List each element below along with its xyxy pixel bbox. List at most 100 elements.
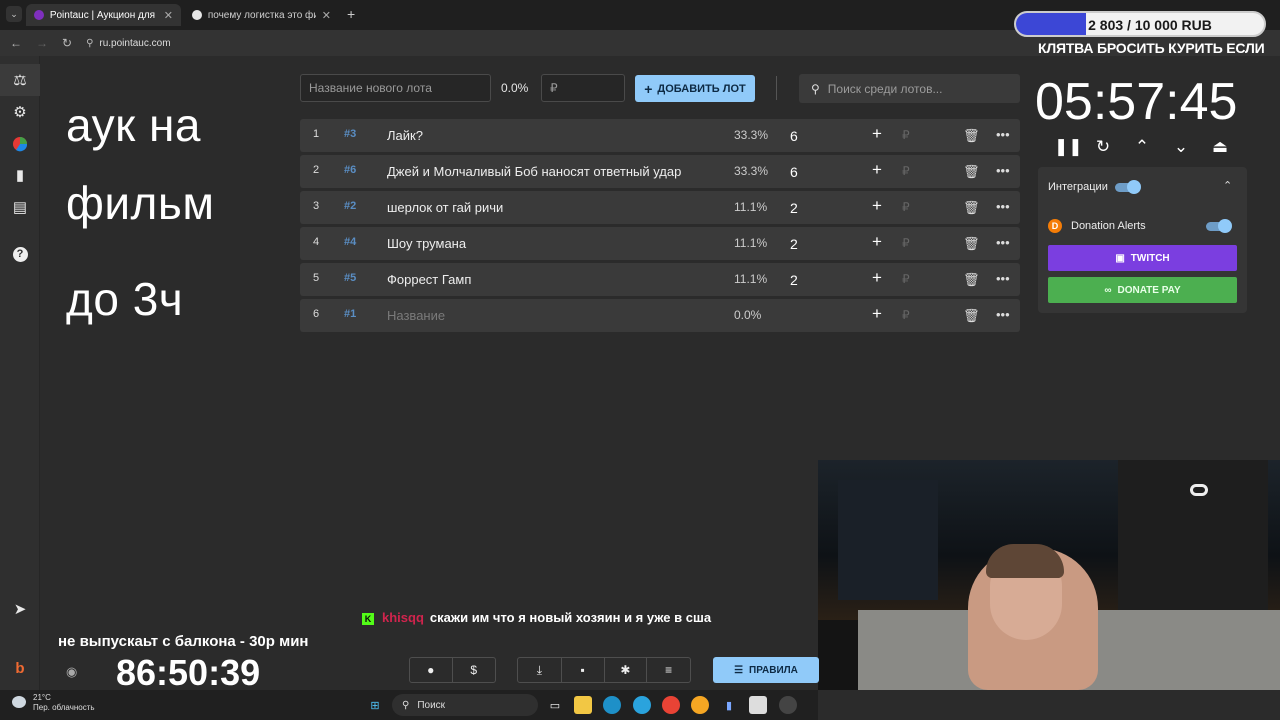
lot-row: 3 #2 шерлок от гай ричи 11.1% 2 + ₽ 🗑 ••• bbox=[300, 191, 1020, 224]
lot-id[interactable]: #6 bbox=[344, 164, 356, 176]
windows-taskbar: 21°C Пер. облачность ⊞ ⚲ Поиск ▭ ▮ bbox=[0, 690, 818, 720]
add-amount-icon[interactable]: + bbox=[872, 160, 882, 180]
delete-icon[interactable]: 🗑 bbox=[963, 200, 980, 216]
lot-name[interactable]: шерлок от гай ричи bbox=[387, 200, 503, 215]
app-icon[interactable] bbox=[691, 696, 709, 714]
more-icon[interactable]: ••• bbox=[996, 163, 1010, 178]
telegram-app-icon[interactable] bbox=[633, 696, 651, 714]
chrome-icon[interactable] bbox=[662, 696, 680, 714]
auction-hammer-icon[interactable]: ⚖ bbox=[0, 64, 40, 96]
screen: ⌄ Pointauc | Аукцион для стрим ✕ почему … bbox=[0, 0, 1280, 720]
address-bar[interactable]: ru.pointauc.com bbox=[99, 38, 170, 49]
lot-name[interactable]: Лайк? bbox=[387, 128, 423, 143]
lot-id[interactable]: #2 bbox=[344, 200, 356, 212]
forward-icon[interactable]: → bbox=[36, 36, 48, 50]
more-icon[interactable]: ••• bbox=[996, 199, 1010, 214]
lot-name[interactable]: Форрест Гамп bbox=[387, 272, 471, 287]
close-icon[interactable]: ✕ bbox=[322, 9, 331, 22]
chrome-favicon-icon bbox=[192, 10, 202, 20]
donate-dollar-icon[interactable]: $ bbox=[453, 658, 496, 682]
new-lot-input[interactable]: Название нового лота bbox=[300, 74, 491, 102]
delete-icon[interactable]: 🗑 bbox=[963, 128, 980, 144]
file-button-group: ⤓ ▪ ✱ ≡ bbox=[517, 657, 691, 683]
settings-icon[interactable]: ⚙ bbox=[10, 102, 30, 122]
reset-icon[interactable]: ↻ bbox=[1093, 137, 1113, 157]
telegram-icon[interactable]: ➤ bbox=[10, 599, 30, 619]
stats-app-icon[interactable]: ▮ bbox=[720, 696, 738, 714]
more-icon[interactable]: ••• bbox=[996, 127, 1010, 142]
github-icon[interactable]: ● bbox=[410, 658, 453, 682]
delete-icon[interactable]: 🗑 bbox=[963, 272, 980, 288]
save-icon[interactable]: ▪ bbox=[562, 658, 605, 682]
boosty-icon[interactable]: b bbox=[10, 658, 30, 678]
lot-id[interactable]: #1 bbox=[344, 308, 356, 320]
stats-icon[interactable]: ▮ bbox=[10, 165, 30, 185]
amount-input[interactable]: ₽ bbox=[902, 128, 910, 142]
amount-input[interactable]: ₽ bbox=[902, 308, 910, 322]
task-view-icon[interactable]: ▭ bbox=[546, 696, 564, 714]
tab-pointauc[interactable]: Pointauc | Аукцион для стрим ✕ bbox=[26, 4, 181, 26]
lot-id[interactable]: #5 bbox=[344, 272, 356, 284]
lot-name[interactable]: Название bbox=[387, 308, 445, 323]
amount-input[interactable]: ₽ bbox=[902, 164, 910, 178]
windows-start-icon[interactable]: ⊞ bbox=[366, 696, 384, 714]
donation-alerts-toggle[interactable] bbox=[1206, 219, 1232, 233]
add-amount-icon[interactable]: + bbox=[872, 268, 882, 288]
add-amount-icon[interactable]: + bbox=[872, 196, 882, 216]
clear-icon[interactable]: ≡ bbox=[647, 658, 690, 682]
back-icon[interactable]: ← bbox=[10, 36, 22, 50]
lot-name[interactable]: Шоу трумана bbox=[387, 236, 466, 251]
more-icon[interactable]: ••• bbox=[996, 235, 1010, 250]
new-tab-icon[interactable]: + bbox=[347, 6, 355, 22]
more-icon[interactable]: ••• bbox=[996, 307, 1010, 322]
weather-icon bbox=[12, 696, 26, 708]
amount-input[interactable]: ₽ bbox=[541, 74, 625, 102]
delete-icon[interactable]: 🗑 bbox=[963, 164, 980, 180]
reload-icon[interactable]: ↻ bbox=[62, 36, 72, 50]
obs-icon[interactable] bbox=[779, 696, 797, 714]
lot-name[interactable]: Джей и Молчаливый Боб наносят ответный у… bbox=[387, 164, 681, 179]
amount-input[interactable]: ₽ bbox=[902, 236, 910, 250]
donatepay-button[interactable]: ∞ DONATE PAY bbox=[1048, 277, 1237, 303]
download-icon[interactable]: ⤓ bbox=[518, 658, 562, 682]
collapse-chevron-icon[interactable]: ⌃ bbox=[1223, 179, 1232, 192]
bug-icon[interactable]: ✱ bbox=[605, 658, 648, 682]
app-icon[interactable] bbox=[749, 696, 767, 714]
more-icon[interactable]: ••• bbox=[996, 271, 1010, 286]
auction-timer: 05:57:45 bbox=[1035, 73, 1238, 131]
max-increase-icon[interactable]: ⏏ bbox=[1210, 137, 1230, 157]
lot-id[interactable]: #3 bbox=[344, 128, 356, 140]
decrease-icon[interactable]: ⌄ bbox=[1171, 137, 1191, 157]
twitch-button[interactable]: ▣ TWITCH bbox=[1048, 245, 1237, 271]
lot-index: 2 bbox=[313, 164, 320, 176]
rules-button[interactable]: ☰ ПРАВИЛА bbox=[713, 657, 819, 683]
explorer-icon[interactable] bbox=[574, 696, 592, 714]
edge-icon[interactable] bbox=[603, 696, 621, 714]
lot-id[interactable]: #4 bbox=[344, 236, 356, 248]
amount-input[interactable]: ₽ bbox=[902, 200, 910, 214]
chat-text: скажи им что я новый хозяин и я уже в сш… bbox=[429, 610, 712, 625]
increase-icon[interactable]: ⌃ bbox=[1132, 137, 1152, 157]
add-amount-icon[interactable]: + bbox=[872, 124, 882, 144]
lot-search-input[interactable]: ⚲ Поиск среди лотов... bbox=[799, 74, 1020, 103]
lot-index: 1 bbox=[313, 128, 320, 140]
weather-widget[interactable]: 21°C Пер. облачность bbox=[33, 693, 95, 713]
wheel-icon[interactable] bbox=[10, 134, 30, 154]
help-icon[interactable]: ? bbox=[10, 244, 30, 264]
add-amount-icon[interactable]: + bbox=[872, 232, 882, 252]
delete-icon[interactable]: 🗑 bbox=[963, 308, 980, 324]
site-info-icon[interactable]: ⚲ bbox=[86, 38, 93, 49]
add-lot-button[interactable]: + ДОБАВИТЬ ЛОТ bbox=[635, 75, 755, 102]
pause-icon[interactable]: ❚❚ bbox=[1054, 137, 1083, 157]
taskbar-search[interactable]: ⚲ Поиск bbox=[392, 694, 538, 716]
amount-input[interactable]: ₽ bbox=[902, 272, 910, 286]
chat-username: khisqq bbox=[382, 610, 424, 625]
delete-icon[interactable]: 🗑 bbox=[963, 236, 980, 252]
close-icon[interactable]: ✕ bbox=[164, 9, 173, 22]
tab-logistics[interactable]: почему логистка это фильм ✕ bbox=[184, 4, 339, 26]
lot-amount: 6 bbox=[790, 164, 798, 180]
integrations-toggle[interactable] bbox=[1115, 180, 1141, 194]
clipboard-icon[interactable]: ▤ bbox=[10, 197, 30, 217]
add-amount-icon[interactable]: + bbox=[872, 304, 882, 324]
tab-list-chevron-icon[interactable]: ⌄ bbox=[6, 6, 22, 22]
